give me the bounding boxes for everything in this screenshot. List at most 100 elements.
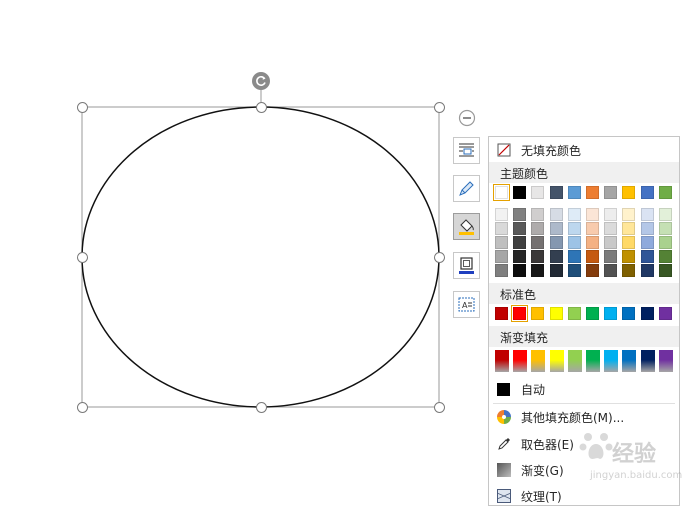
theme-color-swatch[interactable] [604, 186, 618, 199]
theme-color-swatch[interactable] [640, 186, 654, 199]
theme-shade-swatch[interactable] [640, 236, 654, 249]
theme-shade-swatch[interactable] [604, 236, 618, 249]
theme-shade-swatch[interactable] [495, 264, 508, 277]
theme-shade-swatch[interactable] [586, 250, 599, 263]
standard-color-swatch[interactable] [531, 307, 545, 320]
standard-color-swatch[interactable] [511, 305, 529, 322]
gradient-swatch[interactable] [586, 350, 600, 372]
resize-handle-bottom-left[interactable] [77, 402, 88, 413]
gradient-swatch[interactable] [495, 350, 509, 372]
theme-color-swatch[interactable] [567, 186, 581, 199]
theme-shade-swatch[interactable] [622, 264, 636, 277]
gradient-swatch[interactable] [531, 350, 546, 372]
theme-shade-swatch[interactable] [622, 222, 636, 235]
texture-item[interactable]: 纹理(T) [489, 485, 679, 505]
theme-shade-swatch[interactable] [640, 264, 654, 277]
theme-shade-swatch[interactable] [658, 222, 672, 235]
theme-shade-swatch[interactable] [567, 208, 581, 221]
no-fill-item[interactable]: 无填充颜色 [489, 139, 679, 161]
gradient-swatch[interactable] [604, 350, 619, 372]
theme-color-swatch[interactable] [586, 186, 599, 199]
theme-shade-swatch[interactable] [567, 264, 581, 277]
theme-shade-swatch[interactable] [622, 208, 636, 221]
shape-fill-button[interactable] [453, 213, 480, 240]
resize-handle-bottom[interactable] [256, 402, 267, 413]
theme-shade-swatch[interactable] [604, 222, 618, 235]
resize-handle-right[interactable] [434, 252, 445, 263]
theme-shade-swatch[interactable] [531, 236, 545, 249]
theme-color-swatch[interactable] [513, 186, 527, 199]
theme-shade-swatch[interactable] [586, 222, 599, 235]
theme-shade-swatch[interactable] [531, 222, 545, 235]
gradient-item[interactable]: 渐变(G) [489, 459, 679, 481]
automatic-color-item[interactable]: 自动 [489, 378, 679, 400]
resize-handle-top-left[interactable] [77, 102, 88, 113]
minus-circle-icon[interactable] [458, 109, 476, 127]
theme-shade-swatch[interactable] [622, 250, 636, 263]
theme-shade-swatch[interactable] [586, 236, 599, 249]
standard-color-swatch[interactable] [567, 307, 581, 320]
theme-shade-swatch[interactable] [586, 264, 599, 277]
resize-handle-top-right[interactable] [434, 102, 445, 113]
resize-handle-bottom-right[interactable] [434, 402, 445, 413]
resize-handle-left[interactable] [77, 252, 88, 263]
more-fill-colors-item[interactable]: 其他填充颜色(M)... [489, 406, 679, 428]
theme-shade-swatch[interactable] [567, 222, 581, 235]
theme-shade-swatch[interactable] [549, 222, 563, 235]
standard-color-swatch[interactable] [586, 307, 599, 320]
theme-shade-swatch[interactable] [549, 236, 563, 249]
theme-shade-swatch[interactable] [658, 264, 672, 277]
theme-shade-swatch[interactable] [604, 208, 618, 221]
theme-color-swatch[interactable] [658, 186, 672, 199]
theme-shade-swatch[interactable] [604, 250, 618, 263]
standard-color-swatch[interactable] [604, 307, 618, 320]
gradient-swatch[interactable] [658, 350, 673, 372]
theme-shade-swatch[interactable] [495, 208, 508, 221]
eyedropper-item[interactable]: 取色器(E) [489, 433, 679, 455]
rotate-icon[interactable] [252, 72, 270, 90]
standard-color-swatch[interactable] [495, 307, 508, 320]
standard-color-swatch[interactable] [622, 307, 636, 320]
theme-shade-swatch[interactable] [531, 264, 545, 277]
layout-options-button[interactable] [453, 137, 480, 164]
gradient-swatch[interactable] [567, 350, 582, 372]
theme-shade-swatch[interactable] [513, 222, 527, 235]
theme-shade-swatch[interactable] [495, 236, 508, 249]
shape-style-button[interactable] [453, 175, 480, 202]
theme-color-swatch[interactable] [531, 186, 545, 199]
theme-shade-swatch[interactable] [513, 264, 527, 277]
theme-shade-swatch[interactable] [622, 236, 636, 249]
resize-handle-top[interactable] [256, 102, 267, 113]
standard-color-swatch[interactable] [549, 307, 563, 320]
theme-shade-swatch[interactable] [567, 250, 581, 263]
theme-color-swatch[interactable] [622, 186, 636, 199]
theme-shade-swatch[interactable] [549, 264, 563, 277]
theme-color-swatch[interactable] [549, 186, 563, 199]
gradient-swatch[interactable] [513, 350, 528, 372]
theme-color-swatch[interactable] [493, 184, 510, 201]
theme-shade-swatch[interactable] [549, 250, 563, 263]
text-box-button[interactable]: A [453, 291, 480, 318]
theme-shade-swatch[interactable] [531, 250, 545, 263]
theme-shade-swatch[interactable] [549, 208, 563, 221]
theme-shade-swatch[interactable] [531, 208, 545, 221]
theme-shade-swatch[interactable] [495, 250, 508, 263]
theme-shade-swatch[interactable] [586, 208, 599, 221]
gradient-swatch[interactable] [622, 350, 637, 372]
shape-outline-button[interactable] [453, 252, 480, 279]
theme-shade-swatch[interactable] [513, 250, 527, 263]
theme-shade-swatch[interactable] [495, 222, 508, 235]
theme-shade-swatch[interactable] [513, 236, 527, 249]
theme-shade-swatch[interactable] [513, 208, 527, 221]
ellipse-shape[interactable] [81, 106, 440, 408]
theme-shade-swatch[interactable] [658, 236, 672, 249]
theme-shade-swatch[interactable] [640, 250, 654, 263]
theme-shade-swatch[interactable] [658, 250, 672, 263]
theme-shade-swatch[interactable] [658, 208, 672, 221]
gradient-swatch[interactable] [549, 350, 564, 372]
theme-shade-swatch[interactable] [640, 208, 654, 221]
gradient-swatch[interactable] [640, 350, 655, 372]
standard-color-swatch[interactable] [640, 307, 654, 320]
theme-shade-swatch[interactable] [604, 264, 618, 277]
theme-shade-swatch[interactable] [640, 222, 654, 235]
